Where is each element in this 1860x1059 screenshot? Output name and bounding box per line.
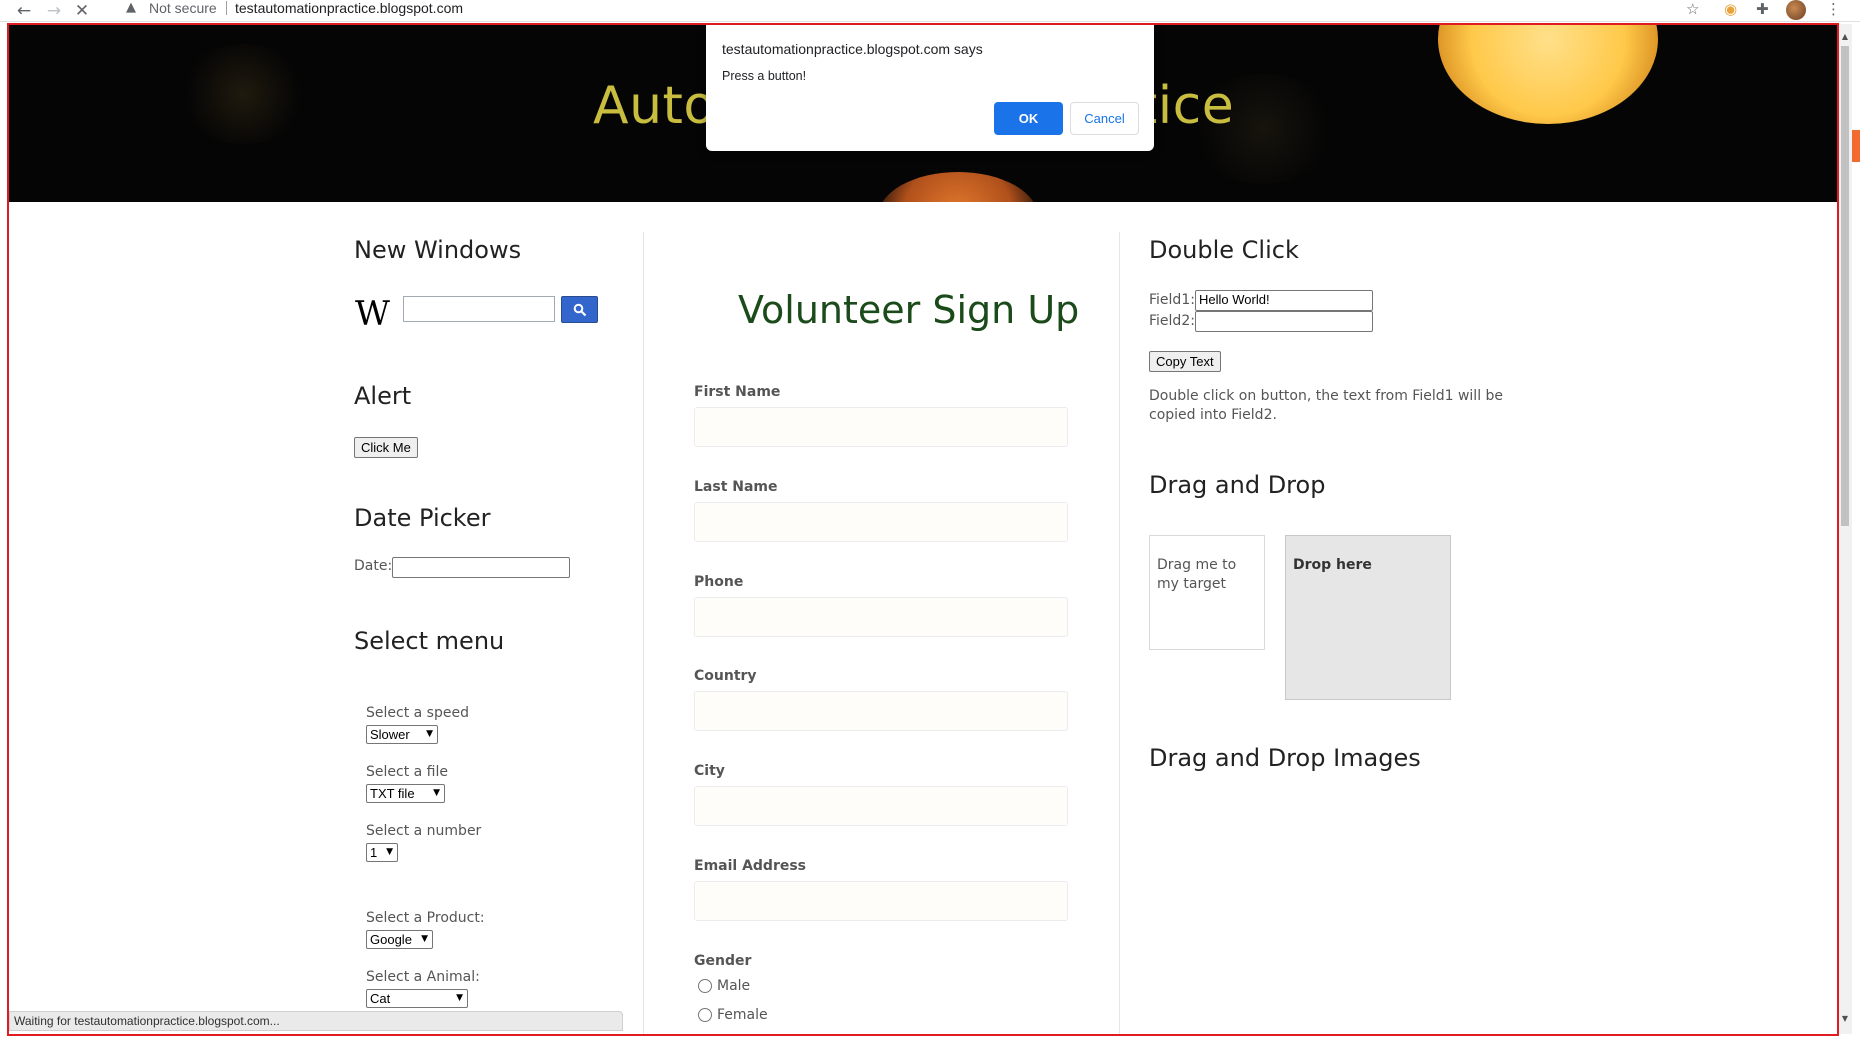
first-name-label: First Name bbox=[694, 384, 781, 400]
first-name-input[interactable] bbox=[694, 407, 1068, 447]
drag-drop-images-heading: Drag and Drop Images bbox=[1149, 744, 1421, 772]
product-label: Select a Product: bbox=[366, 910, 485, 926]
warning-icon: ▲ bbox=[126, 0, 136, 15]
copy-text-button[interactable]: Copy Text bbox=[1149, 351, 1221, 372]
email-label: Email Address bbox=[694, 858, 807, 874]
city-label: City bbox=[694, 763, 725, 779]
speed-label: Select a speed bbox=[366, 705, 469, 721]
number-label: Select a number bbox=[366, 823, 482, 839]
wikipedia-logo-icon: W bbox=[355, 294, 390, 334]
number-select[interactable]: 1 ▼ bbox=[366, 843, 398, 862]
chevron-down-icon: ▼ bbox=[421, 934, 428, 944]
browser-toolbar: ← → ✕ ▲ Not secure testautomationpractic… bbox=[0, 0, 1860, 22]
back-arrow-icon[interactable]: ← bbox=[14, 1, 34, 21]
bokeh-light bbox=[878, 172, 1038, 202]
chevron-down-icon: ▼ bbox=[433, 788, 440, 798]
country-label: Country bbox=[694, 668, 757, 684]
page-viewport: Auto ctice New Windows W Alert Click Me D… bbox=[8, 24, 1837, 1034]
profile-avatar[interactable] bbox=[1786, 0, 1806, 20]
last-name-input[interactable] bbox=[694, 502, 1068, 542]
loading-status-bar: Waiting for testautomationpractice.blogs… bbox=[9, 1011, 623, 1031]
address-bar[interactable]: ▲ Not secure testautomationpractice.blog… bbox=[122, 0, 1700, 20]
gender-female-radio[interactable] bbox=[698, 1008, 712, 1022]
animal-select[interactable]: Cat ▼ bbox=[366, 989, 468, 1008]
alert-heading: Alert bbox=[354, 382, 412, 410]
date-label: Date: bbox=[354, 558, 393, 574]
search-icon bbox=[573, 303, 586, 317]
country-input[interactable] bbox=[694, 691, 1068, 731]
file-label: Select a file bbox=[366, 764, 448, 780]
scroll-up-arrow-icon[interactable]: ▲ bbox=[1838, 30, 1852, 44]
file-select[interactable]: TXT file ▼ bbox=[366, 784, 445, 803]
url-text[interactable]: testautomationpractice.blogspot.com bbox=[235, 0, 463, 16]
double-click-description: Double click on button, the text from Fi… bbox=[1149, 388, 1504, 423]
scrollbar-thumb[interactable] bbox=[1841, 46, 1849, 526]
animal-label: Select a Animal: bbox=[366, 969, 480, 985]
alert-dialog-message: Press a button! bbox=[722, 69, 807, 83]
speed-selected: Slower bbox=[370, 727, 410, 742]
extension-icon[interactable]: ◉ bbox=[1724, 0, 1737, 20]
gender-label: Gender bbox=[694, 953, 752, 969]
chevron-down-icon: ▼ bbox=[386, 847, 393, 857]
double-click-heading: Double Click bbox=[1149, 236, 1299, 264]
field1-input[interactable]: Hello World! bbox=[1195, 290, 1373, 311]
wikipedia-search-input[interactable] bbox=[403, 296, 555, 322]
column-divider bbox=[1119, 232, 1120, 1034]
chevron-down-icon: ▼ bbox=[456, 993, 463, 1003]
select-menu-heading: Select menu bbox=[354, 627, 505, 655]
gender-female-label: Female bbox=[717, 1007, 768, 1023]
scroll-down-arrow-icon[interactable]: ▼ bbox=[1838, 1012, 1852, 1026]
product-selected: Google bbox=[370, 932, 412, 947]
draggable-box[interactable]: Drag me to my target bbox=[1149, 535, 1265, 650]
field1-label: Field1: bbox=[1149, 292, 1195, 308]
stop-loading-icon[interactable]: ✕ bbox=[72, 1, 92, 21]
alert-dialog-title: testautomationpractice.blogspot.com says bbox=[722, 41, 983, 57]
droppable-box[interactable]: Drop here bbox=[1285, 535, 1451, 700]
phone-label: Phone bbox=[694, 574, 744, 590]
site-title-left: Auto bbox=[593, 76, 716, 136]
bokeh-light bbox=[1438, 24, 1658, 124]
phone-input[interactable] bbox=[694, 597, 1068, 637]
drag-drop-heading: Drag and Drop bbox=[1149, 471, 1326, 499]
volunteer-signup-title: Volunteer Sign Up bbox=[738, 288, 1080, 332]
gender-male-label: Male bbox=[717, 978, 751, 994]
alert-cancel-button[interactable]: Cancel bbox=[1070, 102, 1139, 135]
file-selected: TXT file bbox=[370, 786, 415, 801]
gender-male-radio[interactable] bbox=[698, 979, 712, 993]
field2-input[interactable] bbox=[1195, 311, 1373, 332]
puzzle-extensions-icon[interactable]: ✚ bbox=[1756, 0, 1769, 20]
alert-dialog: testautomationpractice.blogspot.com says… bbox=[706, 24, 1154, 151]
draggable-text: Drag me to my target bbox=[1157, 557, 1237, 592]
chevron-down-icon: ▼ bbox=[426, 729, 433, 739]
new-windows-heading: New Windows bbox=[354, 236, 522, 264]
number-selected: 1 bbox=[370, 845, 378, 860]
wikipedia-search-button[interactable] bbox=[561, 296, 598, 323]
city-input[interactable] bbox=[694, 786, 1068, 826]
bokeh-light bbox=[178, 44, 308, 144]
side-accent bbox=[1852, 130, 1860, 162]
kebab-menu-icon[interactable]: ⋮ bbox=[1826, 0, 1841, 20]
field2-label: Field2: bbox=[1149, 313, 1195, 329]
forward-arrow-icon[interactable]: → bbox=[44, 1, 64, 21]
date-picker-heading: Date Picker bbox=[354, 504, 491, 532]
animal-selected: Cat bbox=[370, 991, 391, 1006]
alert-ok-button[interactable]: OK bbox=[994, 102, 1063, 135]
click-me-button[interactable]: Click Me bbox=[354, 437, 418, 458]
page-scrollbar[interactable]: ▲ ▼ bbox=[1838, 24, 1852, 1034]
not-secure-label: Not secure bbox=[149, 0, 217, 16]
product-select[interactable]: Google ▼ bbox=[366, 930, 433, 949]
bottom-strip bbox=[0, 1037, 1860, 1059]
email-input[interactable] bbox=[694, 881, 1068, 921]
date-picker-input[interactable] bbox=[392, 557, 570, 578]
last-name-label: Last Name bbox=[694, 479, 778, 495]
bookmark-star-icon[interactable]: ☆ bbox=[1686, 0, 1699, 20]
column-divider bbox=[643, 232, 644, 1034]
omnibox-divider bbox=[226, 1, 227, 15]
speed-select[interactable]: Slower ▼ bbox=[366, 725, 438, 744]
droppable-text: Drop here bbox=[1293, 557, 1372, 573]
